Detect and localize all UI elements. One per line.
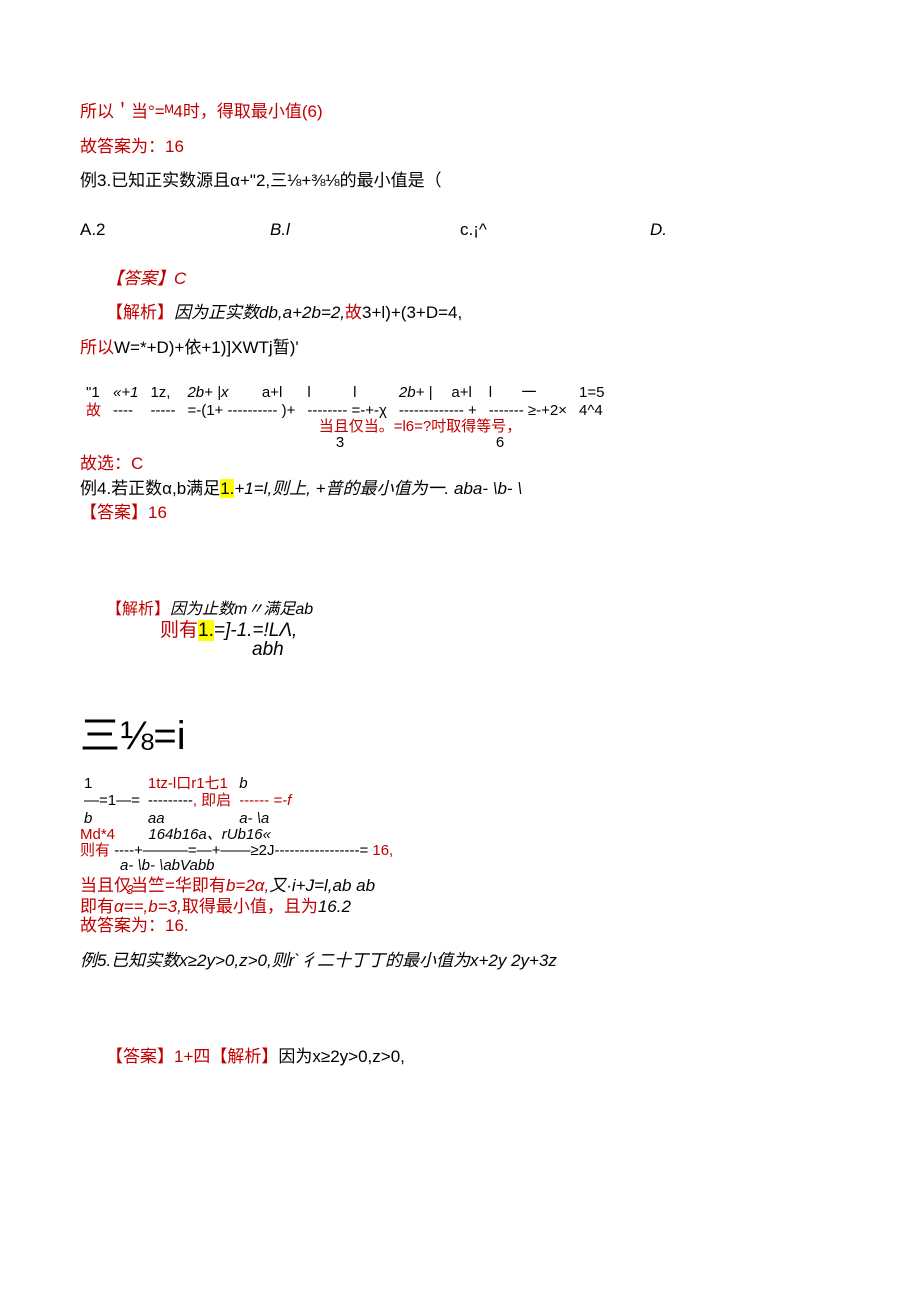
ans5-c: 因为x≥2y>0,z>0,: [278, 1047, 405, 1066]
fr2-t0: 1: [80, 775, 144, 792]
fr2-m1: ---------: [148, 792, 193, 809]
eq2-b: b=2α,: [226, 876, 269, 895]
analysis-label-1: 【解析】: [106, 303, 174, 322]
fr2-b0: b: [80, 810, 144, 827]
fr1-t8: a+l: [445, 384, 482, 401]
so-body: W=*+D)+依+1)]XWTj暂)': [114, 338, 299, 357]
fr2-t1: 1tz-l口r1七1: [148, 775, 228, 792]
fr1-m4: -------- =-+-χ: [301, 402, 393, 419]
md4-block: Md*4 164b16a、rUb16« 则有 ----+———=—+——≥2J-…: [80, 827, 840, 874]
analysis-2: 【解析】因为止数m〃满足ab: [80, 598, 840, 621]
equality-line-2: 当且仅当竺=华即有b=2α,又·i+J=l,ab ab: [80, 874, 840, 899]
sl-d: 16.2: [318, 897, 351, 916]
ex4-a: 例4.若正数α,b满足: [80, 479, 220, 498]
sl-b1: α==,: [114, 897, 148, 916]
ans5-a: 【答案】1+四: [106, 1047, 210, 1066]
big-equation: 三⅛=i: [80, 707, 840, 765]
eqnote-b: 吋取得等号，: [431, 418, 521, 435]
fr1-m6: ------- ≥-+2×: [483, 402, 573, 419]
ans5-b: 【解析】: [210, 1047, 278, 1066]
choice-d: D.: [650, 218, 840, 243]
choices-row: A.2 B.l c.¡^ D.: [80, 218, 840, 243]
fraction-row-1: "1 «+1 1z, 2b+ |x a+l l l 2b+ | a+l l 一 …: [80, 384, 610, 419]
choice-b: B.l: [270, 218, 460, 243]
then-have-1: 则有1.=]-1.=!LΛ, abh: [80, 621, 840, 659]
example-3-stem: 例3.已知正实数源且α+"2,三⅛+⅜⅛的最小值是（: [80, 169, 840, 194]
choice-a: A.2: [80, 218, 270, 243]
fr2-m0: —=1—=: [84, 792, 140, 809]
analysis-1: 【解析】因为正实数db,a+2b=2,故3+l)+(3+D=4,: [80, 301, 840, 326]
sl-a: 即有: [80, 897, 114, 916]
th1-d: abh: [160, 639, 284, 660]
eq2-a: 当且仅当竺=华即有: [80, 876, 226, 895]
sl-sup3: 3: [126, 884, 133, 896]
fraction-row-2: 1 1tz-l口r1七1 b —=1—= ---------, 即启 -----…: [80, 775, 295, 827]
fr1-m5: ------------- +: [393, 402, 483, 419]
fr1-m2: -----: [144, 402, 181, 419]
fr1-t9: l: [483, 384, 516, 401]
md4-a: Md*4: [80, 826, 115, 843]
fr1-t11: 1=5: [573, 384, 610, 401]
choice-c: c.¡^: [460, 218, 650, 243]
conclusion-value: 取最小值(6): [234, 102, 323, 121]
fr2-m4: =-f: [273, 792, 291, 809]
fr2-b1: aa: [144, 810, 235, 827]
answer-c: 【答案】C: [80, 267, 840, 292]
th1-a: 则有: [160, 620, 198, 641]
md4-b: 164b16a、rUb16«: [148, 826, 271, 843]
so-prefix: 所以: [80, 338, 114, 357]
fr2-m2: , 即启: [193, 792, 231, 809]
conclusion-prefix: 所以＇当°=ᴹ4时，得: [80, 102, 234, 121]
sl-c: 取得最小值，且为: [182, 897, 318, 916]
eqnote-6: 6: [496, 434, 504, 451]
analysis-body-1a: 因为正实数db,a+2b=2,: [174, 303, 345, 322]
th1-hl: 1.: [198, 620, 214, 641]
fr2-m3: ------: [239, 792, 269, 809]
fr1-t1: «+1: [107, 384, 144, 401]
th1-c: =]-1.=!LΛ,: [214, 620, 297, 641]
equality-note-1: 当且仅当。=l6=?吋取得等号， 36: [210, 419, 630, 452]
analysis-body-1b: 3+l)+(3+D=4,: [362, 303, 462, 322]
answer-16-c: 故答案为：16.: [80, 914, 840, 939]
line-1: 所以＇当°=ᴹ4时，得取最小值(6): [80, 100, 840, 125]
th2-bot: a- \b- \abVabb: [80, 857, 215, 874]
ex4-hl: 1.: [220, 479, 234, 498]
fr1-t6: l: [347, 384, 393, 401]
solve-line: 即有α==,3b=3,取得最小值，且为16.2: [80, 899, 840, 914]
answer-analysis-5: 【答案】1+四【解析】因为x≥2y>0,z>0,: [80, 1045, 840, 1070]
fr1-t4: a+l: [256, 384, 302, 401]
ex4-c: +1=l,则上, +普的最小值为一. aba- \b- \: [234, 479, 522, 498]
analysis-gu: 故: [345, 303, 362, 322]
analysis-label-2: 【解析】: [106, 601, 170, 618]
fr1-t0: "1: [80, 384, 107, 401]
fr2-t2: b: [235, 775, 295, 792]
answer-16-a: 故答案为：16: [80, 135, 840, 160]
example-4-stem: 例4.若正数α,b满足1.+1=l,则上, +普的最小值为一. aba- \b-…: [80, 477, 840, 502]
eqnote-a: 当且仅当。=l6=?: [319, 418, 432, 435]
select-c: 故选：C: [80, 452, 840, 477]
document-root: 所以＇当°=ᴹ4时，得取最小值(6) 故答案为：16 例3.已知正实数源且α+"…: [0, 0, 920, 1110]
so-line: 所以W=*+D)+依+1)]XWTj暂)': [80, 336, 840, 361]
fr1-t5: l: [301, 384, 347, 401]
analysis-body-2: 因为止数m〃满足ab: [170, 601, 313, 618]
fr1-t3: 2b+ |x: [181, 384, 255, 401]
fr1-m1: ----: [107, 402, 144, 419]
fr2-b2: a- \a: [235, 810, 295, 827]
fr1-t7: 2b+ |: [393, 384, 445, 401]
sl-b2: b=3,: [148, 897, 182, 916]
eq2-c: 又·i+J=l,ab ab: [269, 876, 375, 895]
th2-c: 16,: [372, 842, 393, 859]
fr1-m3: =-(1+ ---------- )+: [181, 402, 301, 419]
fr1-right: 4^4: [573, 402, 610, 419]
fr1-t10: 一: [515, 384, 573, 401]
fr1-gu: 故: [80, 402, 107, 419]
th2-a: 则有: [80, 842, 110, 859]
answer-16-b: 【答案】16: [80, 501, 840, 526]
eqnote-3: 3: [336, 435, 496, 452]
th2-b: ----+———=—+——≥2J-----------------=: [114, 842, 368, 859]
fr1-t2: 1z,: [144, 384, 181, 401]
example-5-stem: 例5.已知实数x≥2y>0,z>0,则r`彳二十丁丁的最小值为x+2y 2y+3…: [80, 949, 840, 974]
